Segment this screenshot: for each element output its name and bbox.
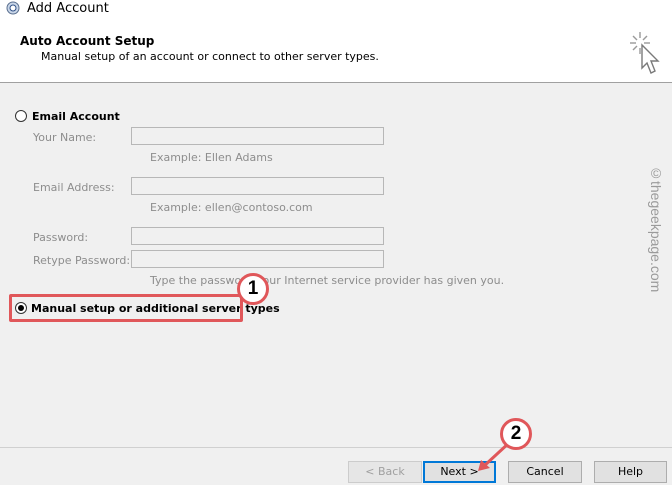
header-subtitle: Manual setup of an account or connect to… bbox=[41, 50, 379, 63]
password-label: Password: bbox=[33, 231, 89, 244]
wizard-header: Auto Account Setup Manual setup of an ac… bbox=[0, 18, 672, 83]
title-bar: Add Account bbox=[0, 0, 672, 18]
email-address-label: Email Address: bbox=[33, 181, 115, 194]
header-title: Auto Account Setup bbox=[20, 34, 155, 48]
email-address-field[interactable] bbox=[131, 177, 384, 195]
help-button[interactable]: Help bbox=[594, 461, 667, 483]
outlook-icon bbox=[6, 1, 20, 15]
password-field[interactable] bbox=[131, 227, 384, 245]
your-name-example: Example: Ellen Adams bbox=[150, 151, 273, 164]
button-bar-divider bbox=[0, 447, 672, 448]
back-button[interactable]: < Back bbox=[348, 461, 422, 483]
retype-password-field[interactable] bbox=[131, 250, 384, 268]
callout-2: 2 bbox=[500, 418, 532, 450]
retype-password-label: Retype Password: bbox=[33, 254, 131, 267]
your-name-label: Your Name: bbox=[33, 131, 97, 144]
callout-1: 1 bbox=[237, 273, 269, 305]
window-title: Add Account bbox=[27, 1, 109, 16]
watermark: ©thegeekpage.com bbox=[648, 165, 664, 293]
wizard-cursor-icon bbox=[630, 32, 660, 74]
email-account-label[interactable]: Email Account bbox=[32, 110, 120, 123]
highlight-box bbox=[9, 294, 243, 322]
your-name-field[interactable] bbox=[131, 127, 384, 145]
email-account-radio[interactable] bbox=[15, 110, 27, 122]
email-address-example: Example: ellen@contoso.com bbox=[150, 201, 313, 214]
password-hint: Type the password your Internet service … bbox=[150, 274, 505, 287]
